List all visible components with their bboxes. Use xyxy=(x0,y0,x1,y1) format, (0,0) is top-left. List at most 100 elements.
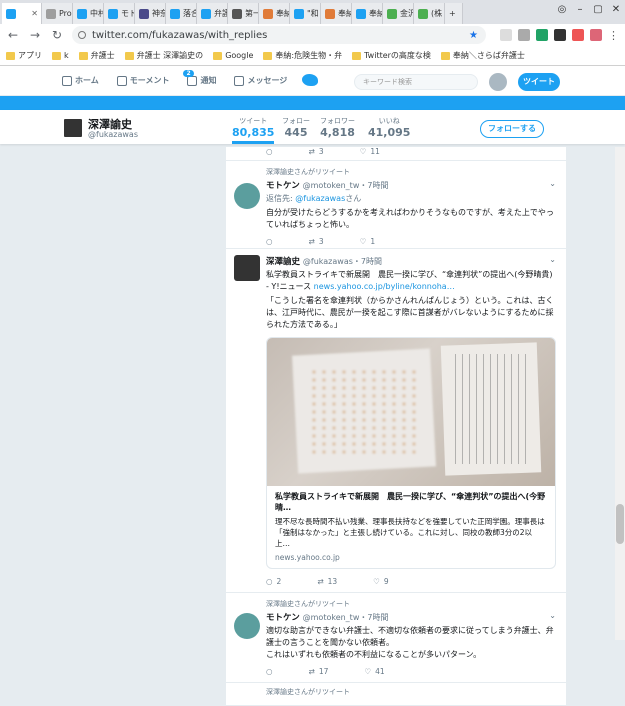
retweet-button[interactable]: ⇄ 3 xyxy=(309,237,324,246)
stat-likes[interactable]: いいね 41,095 xyxy=(368,116,410,139)
scrollbar[interactable] xyxy=(615,147,625,640)
evernote-icon[interactable] xyxy=(536,29,548,41)
profile-avatar[interactable] xyxy=(62,117,84,139)
extension-icon[interactable] xyxy=(554,29,566,41)
reply-button[interactable]: ○ xyxy=(266,667,273,676)
chevron-down-icon[interactable]: ⌄ xyxy=(549,611,556,620)
bookmark-item[interactable]: Twitterの高度な検 xyxy=(352,50,431,61)
browser-tab[interactable]: 第一 xyxy=(228,3,259,24)
close-window-icon[interactable]: ✕ xyxy=(607,0,625,18)
browser-tab[interactable]: 中村 xyxy=(73,3,104,24)
browser-tab-active[interactable]: ✕ xyxy=(2,3,42,24)
tweet-avatar[interactable] xyxy=(234,255,260,281)
back-icon[interactable]: ← xyxy=(6,28,20,42)
browser-tab[interactable]: "和 xyxy=(290,3,321,24)
nav-home[interactable]: ホーム xyxy=(62,75,99,86)
forward-icon[interactable]: → xyxy=(28,28,42,42)
browser-tab[interactable]: 神奈 xyxy=(135,3,166,24)
twitter-logo-icon[interactable] xyxy=(302,74,318,86)
tab-favicon-icon xyxy=(356,8,366,19)
bookmark-item[interactable]: 弁護士 深澤諭史の xyxy=(124,50,203,61)
retweet-button[interactable]: ⇄ 13 xyxy=(317,577,337,586)
tweet-author-name[interactable]: 深澤諭史 xyxy=(266,257,300,267)
reload-icon[interactable]: ↻ xyxy=(50,28,64,42)
tweet[interactable]: 深澤諭史さんがリツイート ⌄ モトケン @motoken_tw・7時間 返信先:… xyxy=(226,161,566,249)
like-button[interactable]: ♡ 1 xyxy=(360,237,376,246)
chevron-down-icon[interactable]: ⌄ xyxy=(549,255,556,264)
tweet-button[interactable]: ツイート xyxy=(518,73,560,91)
extension-icon[interactable] xyxy=(572,29,584,41)
stat-value: 41,095 xyxy=(368,126,411,139)
like-button[interactable]: ♡ 11 xyxy=(360,147,380,156)
bookmark-item[interactable]: Google xyxy=(213,51,253,60)
browser-tab[interactable]: (株 xyxy=(414,3,445,24)
nav-moments[interactable]: モーメント xyxy=(116,75,169,86)
follow-button[interactable]: フォローする xyxy=(480,120,544,138)
like-button[interactable]: ♡ 41 xyxy=(364,667,384,676)
tweet-text: 自分が受けたらどうするかを考えればわかりそうなものですが、考えた上でやっていれば… xyxy=(266,208,554,229)
bookmark-item[interactable]: 弁護士 xyxy=(78,50,115,61)
chevron-down-icon[interactable]: ⌄ xyxy=(549,179,556,188)
link-card[interactable]: 私学教員ストライキで新展開 農民一揆に学び、“傘連判状”の提出へ(今野晴… 理不… xyxy=(266,337,556,569)
card-image-seals xyxy=(309,368,419,458)
avatar-icon[interactable] xyxy=(590,29,602,41)
browser-tab[interactable]: 弁護 xyxy=(197,3,228,24)
menu-icon[interactable]: ⋮ xyxy=(608,29,619,42)
browser-tab[interactable]: 奉納 xyxy=(321,3,352,24)
bookmark-item[interactable]: 奉納:危険生物・弁 xyxy=(263,50,342,61)
extension-icon[interactable] xyxy=(500,29,512,41)
bookmark-item[interactable]: アプリ xyxy=(6,50,42,61)
tweet-avatar[interactable] xyxy=(234,613,260,639)
tweet-author-handle[interactable]: @motoken_tw xyxy=(303,181,360,190)
browser-tab[interactable]: Pro xyxy=(42,3,73,24)
browser-tab[interactable]: モト xyxy=(104,3,135,24)
tweet-time[interactable]: ・7時間 xyxy=(359,181,388,190)
tweet-author-handle[interactable]: @motoken_tw xyxy=(303,613,360,622)
search-input[interactable]: キーワード検索 xyxy=(354,74,478,90)
browser-tab[interactable]: 奉納 xyxy=(259,3,290,24)
extension-icon[interactable] xyxy=(518,29,530,41)
bookmark-item[interactable]: 奉納＼さらば弁護士 xyxy=(440,50,525,61)
bookmark-item[interactable]: k xyxy=(52,51,69,60)
tweet[interactable]: ⌄ 深澤諭史 @fukazawas・7時間 私学教員ストライキで新展開 農民一揆… xyxy=(226,249,566,593)
browser-tab[interactable]: 落合 xyxy=(166,3,197,24)
reply-to-handle[interactable]: @fukazawas xyxy=(295,194,345,203)
nav-notifications[interactable]: 2 通知 xyxy=(183,70,216,86)
profile-icon[interactable]: ◎ xyxy=(553,0,571,18)
new-tab-button[interactable]: + xyxy=(445,3,463,24)
tweet-time[interactable]: ・7時間 xyxy=(353,257,382,266)
tweet[interactable]: 深澤諭史さんがリツイート ⌄ モトケン @motoken_tw・7時間 適切な助… xyxy=(226,593,566,683)
reply-button[interactable]: ○ xyxy=(266,147,273,156)
close-tab-icon[interactable]: ✕ xyxy=(31,9,38,18)
tweet-avatar[interactable] xyxy=(234,183,260,209)
tweet-author-handle[interactable]: @fukazawas xyxy=(303,257,353,266)
browser-tab[interactable]: 奉納 xyxy=(352,3,383,24)
my-avatar[interactable] xyxy=(489,73,507,91)
tweet[interactable]: 深澤諭史さんがリツイート xyxy=(226,683,566,706)
tweet-author-name[interactable]: モトケン xyxy=(266,181,300,191)
minimize-icon[interactable]: – xyxy=(571,0,589,18)
tweet-actions-previous: ○ ⇄ 3 ♡ 11 xyxy=(226,147,566,161)
stat-tweets[interactable]: ツイート 80,835 xyxy=(232,116,275,144)
home-icon xyxy=(62,75,72,86)
retweet-count: 3 xyxy=(318,147,324,156)
stat-following[interactable]: フォロー 445 xyxy=(282,116,310,139)
reply-button[interactable]: ○ xyxy=(266,237,273,246)
address-bar[interactable]: twitter.com/fukazawas/with_replies ★ xyxy=(72,26,486,44)
retweet-button[interactable]: ⇄ 3 xyxy=(309,147,324,156)
bookmark-label: Google xyxy=(225,51,254,60)
tweet-author-name[interactable]: モトケン xyxy=(266,613,300,623)
tweet-link[interactable]: news.yahoo.co.jp/byline/konnoha… xyxy=(314,282,455,291)
maximize-icon[interactable]: ▢ xyxy=(589,0,607,18)
like-button[interactable]: ♡ 9 xyxy=(373,577,389,586)
scrollbar-thumb[interactable] xyxy=(616,504,624,544)
reply-button[interactable]: ○ 2 xyxy=(266,577,281,586)
nav-messages[interactable]: メッセージ xyxy=(234,75,287,86)
bookmark-star-icon[interactable]: ★ xyxy=(469,30,478,41)
stat-label: フォロー xyxy=(282,117,310,125)
stat-followers[interactable]: フォロワー 4,818 xyxy=(320,116,355,139)
tweet-time[interactable]: ・7時間 xyxy=(359,613,388,622)
like-count: 9 xyxy=(383,577,389,586)
retweet-button[interactable]: ⇄ 17 xyxy=(309,667,329,676)
browser-tab[interactable]: 金沢 xyxy=(383,3,414,24)
